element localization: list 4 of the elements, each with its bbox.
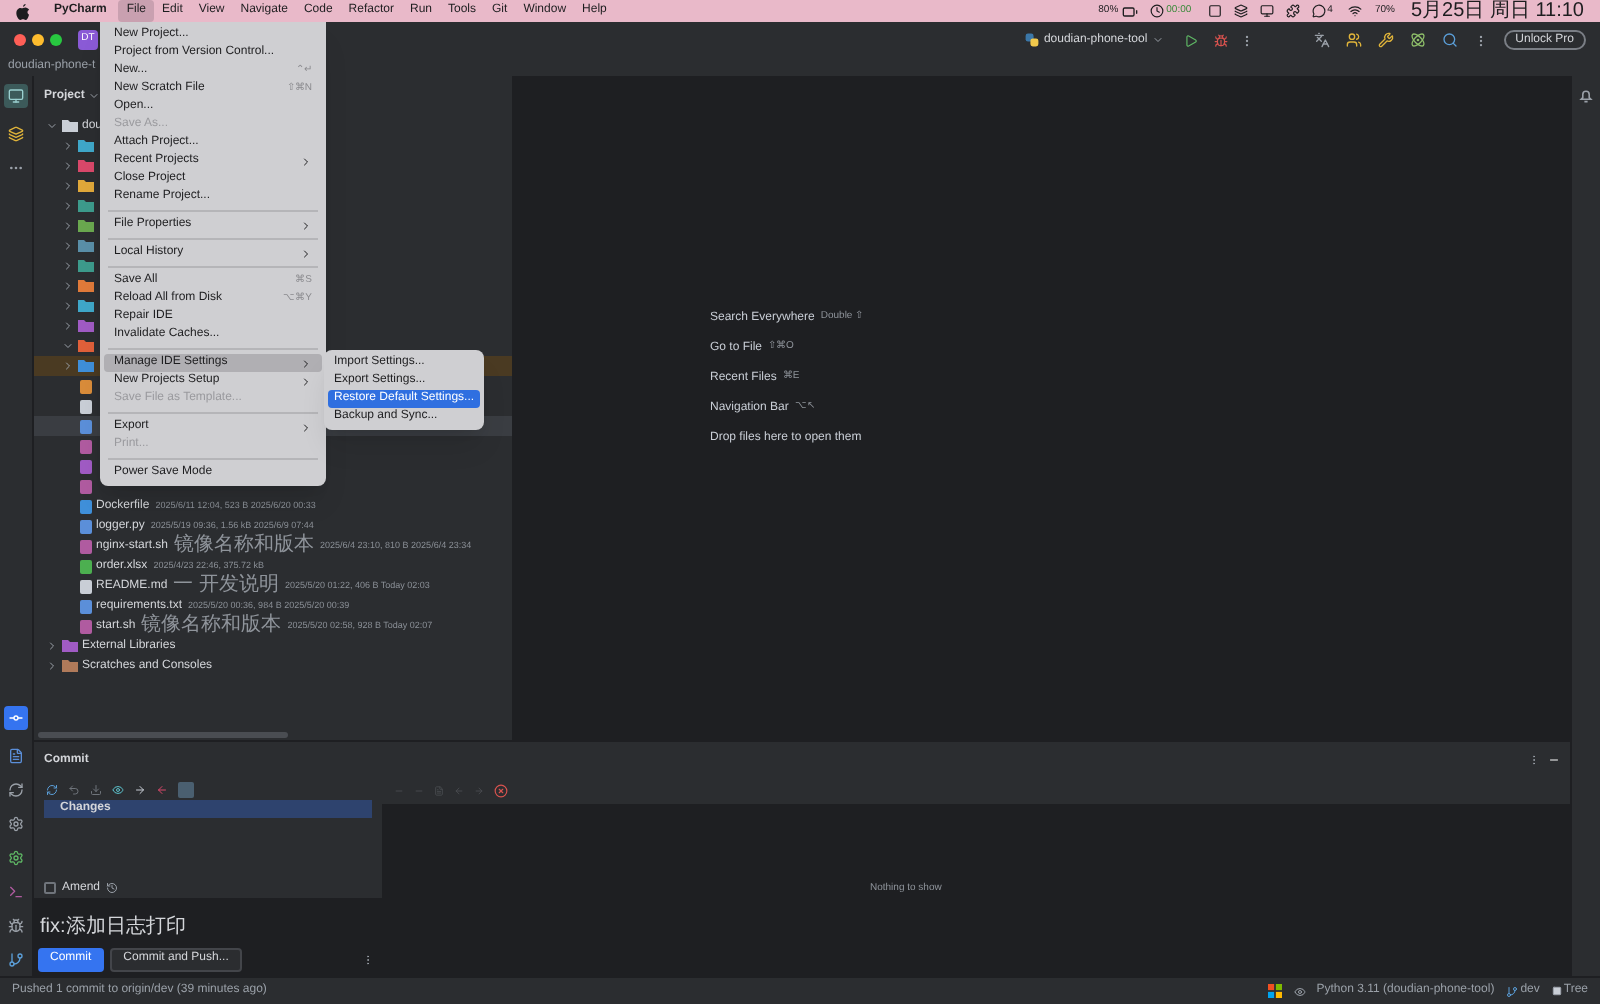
tree-item-note: 镜像名称和版本 xyxy=(174,536,315,556)
clock: 5月25日 周日 11:10 xyxy=(1410,0,1584,22)
tree-item-note: 一 开发说明 xyxy=(173,576,279,596)
tree-item-note: 镜像名称和版本 xyxy=(141,616,282,636)
